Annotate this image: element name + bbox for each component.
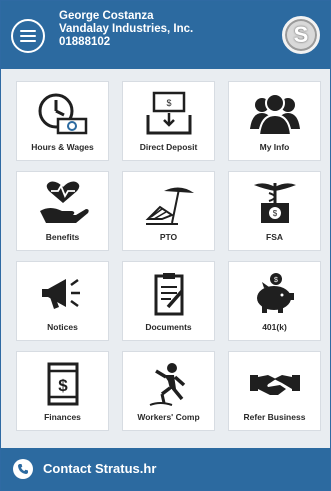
tile-my-info[interactable]: My Info — [228, 81, 321, 161]
direct-deposit-icon: $ — [123, 88, 214, 140]
tile-label: Notices — [47, 322, 78, 332]
tile-label: My Info — [259, 142, 290, 152]
app-header: George Costanza Vandalay Industries, Inc… — [1, 1, 330, 69]
tile-finances[interactable]: $ Finances — [16, 351, 109, 431]
tile-label: Documents — [145, 322, 192, 332]
menu-button[interactable] — [11, 19, 45, 53]
caduceus-money-icon: $ — [229, 178, 320, 230]
beach-chair-icon — [123, 178, 214, 230]
tile-label: Finances — [44, 412, 81, 422]
svg-text:$: $ — [272, 209, 277, 218]
tile-label: 401(k) — [262, 322, 287, 332]
user-info: George Costanza Vandalay Industries, Inc… — [59, 10, 193, 49]
svg-text:$: $ — [58, 376, 68, 395]
tile-label: PTO — [159, 232, 178, 242]
people-icon — [229, 88, 320, 140]
tile-pto[interactable]: PTO — [122, 171, 215, 251]
tile-workers-comp[interactable]: Workers' Comp — [122, 351, 215, 431]
logo-letter: S — [293, 22, 309, 47]
slip-fall-icon — [123, 358, 214, 410]
tile-notices[interactable]: Notices — [16, 261, 109, 341]
handshake-icon — [229, 358, 320, 410]
ledger-dollar-icon: $ — [17, 358, 108, 410]
phone-icon — [13, 459, 33, 479]
clipboard-icon — [123, 268, 214, 320]
tile-documents[interactable]: Documents — [122, 261, 215, 341]
user-name: George Costanza — [59, 10, 154, 22]
piggy-bank-icon: $ — [229, 268, 320, 320]
contact-label: Contact Stratus.hr — [43, 461, 157, 476]
contact-bar[interactable]: Contact Stratus.hr — [1, 448, 330, 490]
hand-heart-icon — [17, 178, 108, 230]
tile-401k[interactable]: $ 401(k) — [228, 261, 321, 341]
tile-direct-deposit[interactable]: $ Direct Deposit — [122, 81, 215, 161]
tile-label: Direct Deposit — [139, 142, 198, 152]
tile-label: Refer Business — [243, 412, 306, 422]
tile-hours-wages[interactable]: Hours & Wages — [16, 81, 109, 161]
svg-text:$: $ — [166, 98, 171, 108]
hamburger-icon — [20, 30, 36, 42]
tile-benefits[interactable]: Benefits — [16, 171, 109, 251]
megaphone-icon — [17, 268, 108, 320]
tile-label: FSA — [266, 232, 283, 242]
tile-refer-business[interactable]: Refer Business — [228, 351, 321, 431]
employee-id: 01888102 — [59, 36, 111, 48]
stratus-logo[interactable]: S — [282, 16, 320, 54]
svg-text:$: $ — [274, 277, 278, 284]
tile-fsa[interactable]: $ FSA — [228, 171, 321, 251]
tile-label: Hours & Wages — [31, 142, 94, 152]
tile-label: Workers' Comp — [137, 412, 200, 422]
clock-money-icon — [17, 88, 108, 140]
company-name: Vandalay Industries, Inc. — [59, 23, 194, 35]
tile-label: Benefits — [45, 232, 80, 242]
app-frame: George Costanza Vandalay Industries, Inc… — [0, 0, 331, 491]
